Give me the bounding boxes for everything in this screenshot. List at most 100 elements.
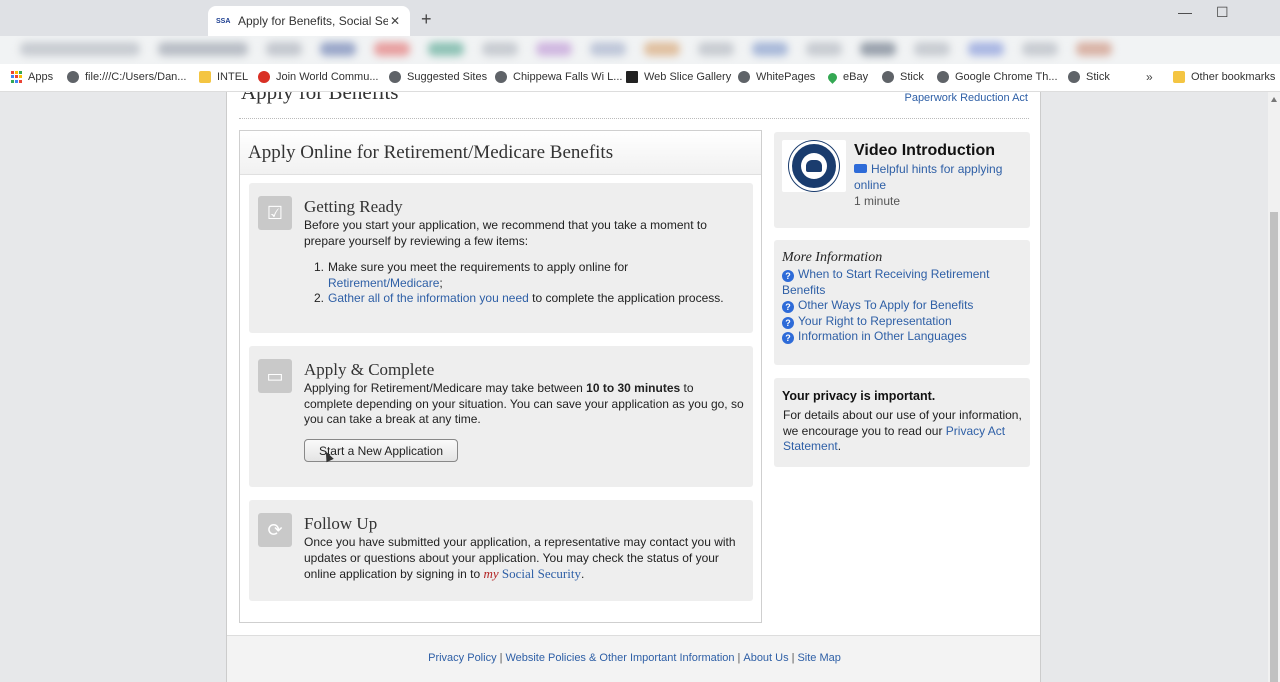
globe-icon (1068, 71, 1080, 83)
text-segment: . (837, 439, 842, 453)
gather-information-link[interactable]: Gather all of the information you need (328, 291, 529, 305)
getting-ready-list: 1. Make sure you meet the requirements t… (314, 260, 744, 307)
checklist-icon: ☑ (258, 196, 292, 230)
bookmark-chippewa[interactable]: Chippewa Falls Wi L... (495, 71, 622, 83)
maximize-button[interactable]: ☐ (1216, 4, 1229, 21)
about-us-link[interactable]: About Us (743, 652, 788, 664)
right-to-representation-link[interactable]: Your Right to Representation (798, 314, 952, 328)
follow-up-section: ⟳ Follow Up Once you have submitted your… (249, 500, 753, 601)
blurred-toolbar-area (0, 42, 1280, 58)
privacy-policy-link[interactable]: Privacy Policy (428, 652, 496, 664)
bookmark-ebay[interactable]: eBay (826, 70, 868, 84)
follow-up-title: Follow Up (304, 514, 378, 533)
page-title: Apply for Benefits (241, 92, 399, 104)
when-to-start-link[interactable]: When to Start Receiving Retirement Benef… (782, 267, 989, 297)
other-ways-link[interactable]: Other Ways To Apply for Benefits (798, 298, 973, 312)
ssa-favicon-icon: SSA (216, 17, 231, 25)
list-item: ? When to Start Receiving Retirement Bene… (782, 267, 1022, 298)
privacy-box: Your privacy is important. For details a… (774, 378, 1030, 467)
bookmark-web-slice[interactable]: Web Slice Gallery (626, 71, 731, 83)
pin-icon (826, 70, 839, 84)
apps-icon (10, 71, 22, 83)
more-information-list: ? When to Start Receiving Retirement Bene… (782, 267, 1022, 345)
bookmark-join-world[interactable]: Join World Commu... (258, 71, 379, 83)
list-item: 1. Make sure you meet the requirements t… (314, 260, 744, 291)
video-duration: 1 minute (854, 194, 901, 208)
red-globe-icon (258, 71, 270, 83)
video-link-label: Helpful hints for applying online (854, 162, 1003, 192)
bookmark-apps[interactable]: Apps (10, 71, 53, 83)
more-bookmarks-chevron-icon[interactable]: » (1146, 70, 1153, 84)
list-item: ? Information in Other Languages (782, 329, 1022, 345)
bookmark-chrome-themes[interactable]: Google Chrome Th... (937, 71, 1058, 83)
my-social-security-link[interactable]: my Social Security (483, 566, 581, 581)
bookmark-stick[interactable]: Stick (882, 71, 924, 83)
more-information-box: More Information ? When to Start Receivin… (774, 240, 1030, 365)
list-item: 2. Gather all of the information you nee… (314, 291, 744, 307)
bookmark-label: Apps (28, 71, 54, 83)
video-introduction-box: Video Introduction Helpful hints for app… (774, 132, 1030, 228)
bookmark-label: WhitePages (756, 71, 816, 83)
globe-icon (882, 71, 894, 83)
browser-tab[interactable]: SSA Apply for Benefits, Social Security … (208, 6, 410, 36)
minimize-button[interactable]: — (1178, 4, 1192, 20)
bookmark-file[interactable]: file:///C:/Users/Dan... (67, 71, 186, 83)
list-number: 1. (314, 260, 325, 274)
ssa-seal-icon (789, 141, 839, 191)
bookmark-whitepages[interactable]: WhitePages (738, 71, 815, 83)
list-number: 2. (314, 291, 325, 305)
privacy-title: Your privacy is important. (782, 389, 936, 403)
follow-up-text: Once you have submitted your application… (304, 535, 744, 583)
bookmark-label: Join World Commu... (276, 71, 379, 83)
privacy-text: For details about our use of your inform… (783, 408, 1028, 455)
scroll-up-arrow-icon[interactable] (1271, 97, 1277, 102)
folder-icon (199, 71, 211, 83)
tab-title: Apply for Benefits, Social Security (238, 14, 388, 28)
other-languages-link[interactable]: Information in Other Languages (798, 329, 967, 343)
refresh-icon: ⟳ (258, 513, 292, 547)
globe-icon (937, 71, 949, 83)
footer-separator: | (791, 652, 795, 664)
tab-strip: SSA Apply for Benefits, Social Security … (0, 0, 1280, 36)
retirement-medicare-link[interactable]: Retirement/Medicare (328, 276, 439, 290)
divider (239, 118, 1029, 119)
page-content: Apply for Benefits Paperwork Reduction A… (226, 92, 1041, 682)
list-item: ? Other Ways To Apply for Benefits (782, 298, 1022, 314)
laptop-icon: ▭ (258, 359, 292, 393)
question-icon: ? (782, 332, 794, 344)
social-security-text: Social Security (498, 566, 581, 581)
globe-icon (67, 71, 79, 83)
apply-complete-title: Apply & Complete (304, 360, 435, 379)
globe-icon (495, 71, 507, 83)
bookmark-suggested-sites[interactable]: Suggested Sites (389, 71, 487, 83)
bookmark-intel[interactable]: INTEL (199, 71, 248, 83)
close-tab-icon[interactable]: ✕ (388, 14, 402, 28)
bookmark-label: Other bookmarks (1191, 71, 1276, 83)
helpful-hints-video-link[interactable]: Helpful hints for applying online (854, 162, 1024, 193)
question-icon: ? (782, 316, 794, 329)
globe-icon (389, 71, 401, 83)
new-tab-button[interactable]: + (421, 9, 432, 30)
text-segment: . (580, 567, 585, 581)
apply-complete-text: Applying for Retirement/Medicare may tak… (304, 381, 744, 428)
bookmark-stick-2[interactable]: Stick (1068, 71, 1110, 83)
site-map-link[interactable]: Site Map (797, 652, 840, 664)
list-item-text: to complete the application process. (528, 291, 724, 305)
footer-separator: | (499, 652, 503, 664)
bookmark-label: Suggested Sites (407, 71, 488, 83)
footer-separator: | (737, 652, 741, 664)
bookmark-label: INTEL (217, 71, 249, 83)
question-icon: ? (782, 301, 794, 313)
paperwork-reduction-act-link[interactable]: Paperwork Reduction Act (904, 92, 1028, 104)
website-policies-link[interactable]: Website Policies & Other Important Infor… (505, 652, 734, 664)
my-logo-text: my (483, 566, 499, 581)
bookmark-label: Google Chrome Th... (955, 71, 1058, 83)
list-item: ? Your Right to Representation (782, 314, 1022, 330)
web-slice-icon (626, 71, 638, 83)
bookmark-other[interactable]: Other bookmarks (1173, 71, 1275, 83)
getting-ready-text: Before you start your application, we re… (304, 218, 707, 248)
getting-ready-section: ☑ Getting Ready Before you start your ap… (249, 183, 753, 333)
footer: Privacy Policy | Website Policies & Other … (227, 635, 1040, 682)
scrollbar-thumb[interactable] (1270, 212, 1278, 682)
ssa-seal-thumbnail[interactable] (782, 140, 846, 192)
